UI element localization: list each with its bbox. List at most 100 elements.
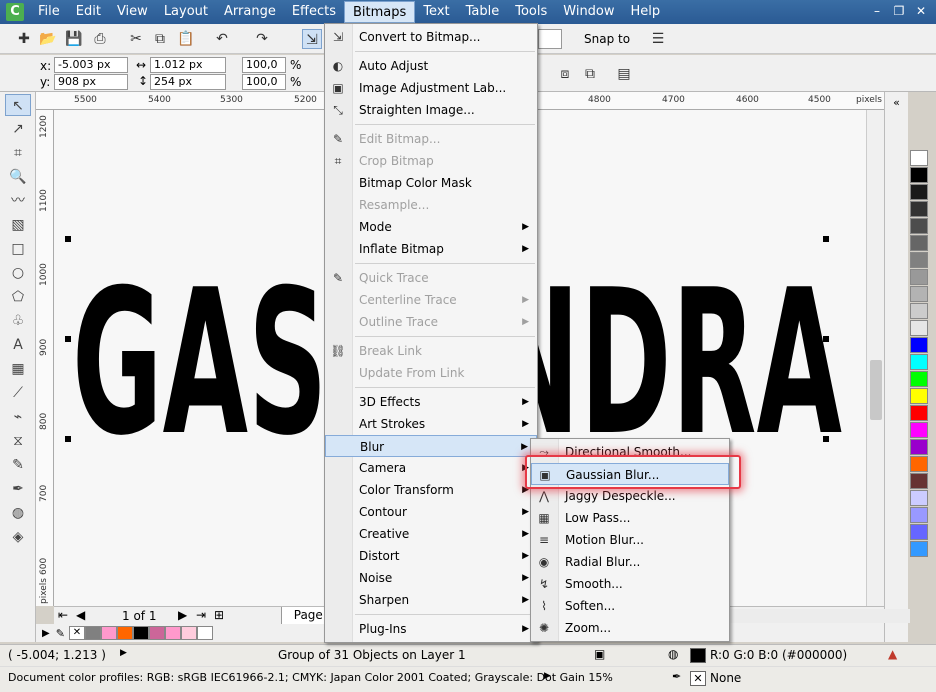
interactive-fill-icon[interactable]: ◈: [5, 526, 31, 548]
menu-item-camera[interactable]: Camera ▶: [325, 457, 537, 479]
palette-swatch[interactable]: [910, 235, 928, 251]
outline-none-swatch[interactable]: ✕: [690, 671, 706, 686]
document-palette-swatch[interactable]: [164, 626, 181, 640]
table-tool-icon[interactable]: ▦: [5, 358, 31, 380]
save-icon[interactable]: 💾: [64, 29, 84, 49]
wrap-text-icon[interactable]: ▤: [614, 64, 634, 84]
palette-swatch[interactable]: [910, 541, 928, 557]
palette-swatch[interactable]: [910, 252, 928, 268]
close-icon[interactable]: ✕: [912, 3, 930, 19]
palette-swatch[interactable]: [910, 422, 928, 438]
menu-item-convert-to-bitmap[interactable]: ⇲ Convert to Bitmap...: [325, 26, 537, 48]
palette-swatch[interactable]: [910, 371, 928, 387]
palette-swatch[interactable]: [910, 405, 928, 421]
document-palette-swatch[interactable]: [116, 626, 133, 640]
collapse-docker-icon[interactable]: «: [885, 96, 908, 109]
selection-handle[interactable]: [823, 436, 829, 442]
zoom-level-dropdown[interactable]: [538, 29, 562, 49]
freehand-tool-icon[interactable]: 〰: [5, 190, 31, 212]
menu-item-mode[interactable]: Mode ▶: [325, 216, 537, 238]
pick-tool-icon[interactable]: ↖: [5, 94, 31, 116]
menu-item-low-pass[interactable]: ▦ Low Pass...: [531, 507, 729, 529]
import-icon[interactable]: ⇲: [302, 29, 322, 49]
menu-item-art-strokes[interactable]: Art Strokes ▶: [325, 413, 537, 435]
palette-swatch[interactable]: [910, 167, 928, 183]
palette-swatch[interactable]: [910, 150, 928, 166]
menu-item-smooth[interactable]: ↯ Smooth...: [531, 573, 729, 595]
palette-swatch[interactable]: [910, 354, 928, 370]
palette-swatch[interactable]: [910, 303, 928, 319]
menu-tools[interactable]: Tools: [507, 1, 555, 23]
scale-height-input[interactable]: 100,0: [242, 74, 286, 90]
menu-item-motion-blur[interactable]: ≡ Motion Blur...: [531, 529, 729, 551]
palette-swatch[interactable]: [910, 201, 928, 217]
dimension-tool-icon[interactable]: ⟋: [5, 382, 31, 404]
palette-swatch[interactable]: [910, 184, 928, 200]
y-position-input[interactable]: 908 px: [54, 74, 128, 90]
menu-item-image-adjustment-lab[interactable]: ▣ Image Adjustment Lab...: [325, 77, 537, 99]
document-palette-swatch[interactable]: [100, 626, 117, 640]
menu-item-sharpen[interactable]: Sharpen ▶: [325, 589, 537, 611]
new-document-icon[interactable]: ✚: [14, 29, 34, 49]
menu-table[interactable]: Table: [458, 1, 508, 23]
palette-swatch[interactable]: [910, 269, 928, 285]
options-icon[interactable]: ☰: [648, 29, 668, 49]
menu-item-contour[interactable]: Contour ▶: [325, 501, 537, 523]
first-page-icon[interactable]: ⇤: [58, 608, 68, 622]
menu-window[interactable]: Window: [555, 1, 622, 23]
polygon-tool-icon[interactable]: ⬠: [5, 286, 31, 308]
outline-pen-icon[interactable]: ✒: [5, 478, 31, 500]
menu-item-straighten-image[interactable]: ⤡ Straighten Image...: [325, 99, 537, 121]
selection-handle[interactable]: [65, 236, 71, 242]
menu-effects[interactable]: Effects: [284, 1, 344, 23]
document-palette-swatch[interactable]: [84, 626, 101, 640]
palette-swatch[interactable]: [910, 490, 928, 506]
menu-item-creative[interactable]: Creative ▶: [325, 523, 537, 545]
crop-tool-icon[interactable]: ⌗: [5, 142, 31, 164]
expand-arrow-icon[interactable]: ▶: [544, 671, 551, 681]
eyedropper-tool-icon[interactable]: ✎: [5, 454, 31, 476]
palette-swatch[interactable]: [910, 524, 928, 540]
menu-item-zoom[interactable]: ✺ Zoom...: [531, 617, 729, 639]
zoom-tool-icon[interactable]: 🔍: [5, 166, 31, 188]
palette-swatch[interactable]: [910, 286, 928, 302]
minimize-icon[interactable]: –: [868, 3, 886, 19]
menu-item-distort[interactable]: Distort ▶: [325, 545, 537, 567]
palette-swatch[interactable]: [910, 337, 928, 353]
menu-item-noise[interactable]: Noise ▶: [325, 567, 537, 589]
redo-icon[interactable]: ↷: [252, 29, 272, 49]
menu-item-jaggy-despeckle[interactable]: ⋀ Jaggy Despeckle...: [531, 485, 729, 507]
palette-swatch[interactable]: [910, 320, 928, 336]
document-palette-swatch[interactable]: [148, 626, 165, 640]
break-apart-icon[interactable]: ⧉: [580, 64, 600, 84]
menu-item-blur[interactable]: Blur ▶: [325, 435, 537, 457]
menu-item-gaussian-blur[interactable]: ▣ Gaussian Blur...: [531, 463, 729, 485]
menu-item-soften[interactable]: ⌇ Soften...: [531, 595, 729, 617]
connector-tool-icon[interactable]: ⌁: [5, 406, 31, 428]
shape-tool-icon[interactable]: ↗: [5, 118, 31, 140]
cut-icon[interactable]: ✂: [126, 29, 146, 49]
menu-item-directional-smooth[interactable]: ⤳ Directional Smooth...: [531, 441, 729, 463]
menu-text[interactable]: Text: [415, 1, 457, 23]
open-folder-icon[interactable]: 📂: [38, 29, 58, 49]
selection-handle[interactable]: [65, 336, 71, 342]
menu-bitmaps[interactable]: Bitmaps: [344, 1, 416, 23]
next-page-icon[interactable]: ▶: [178, 608, 187, 622]
menu-arrange[interactable]: Arrange: [216, 1, 284, 23]
menu-item-radial-blur[interactable]: ◉ Radial Blur...: [531, 551, 729, 573]
expand-arrow-icon[interactable]: ▶: [120, 648, 127, 658]
menu-edit[interactable]: Edit: [68, 1, 109, 23]
paste-icon[interactable]: 📋: [176, 29, 196, 49]
menu-item-auto-adjust[interactable]: ◐ Auto Adjust: [325, 55, 537, 77]
palette-swatch[interactable]: [910, 473, 928, 489]
menu-item-plug-ins[interactable]: Plug-Ins ▶: [325, 618, 537, 640]
prev-page-icon[interactable]: ◀: [76, 608, 85, 622]
combine-icon[interactable]: ⧈: [555, 64, 575, 84]
menu-help[interactable]: Help: [623, 1, 669, 23]
palette-swatch[interactable]: [910, 507, 928, 523]
menu-layout[interactable]: Layout: [156, 1, 216, 23]
menu-item-color-transform[interactable]: Color Transform ▶: [325, 479, 537, 501]
smart-fill-icon[interactable]: ▧: [5, 214, 31, 236]
fill-color-swatch[interactable]: [690, 648, 706, 663]
menu-view[interactable]: View: [109, 1, 156, 23]
